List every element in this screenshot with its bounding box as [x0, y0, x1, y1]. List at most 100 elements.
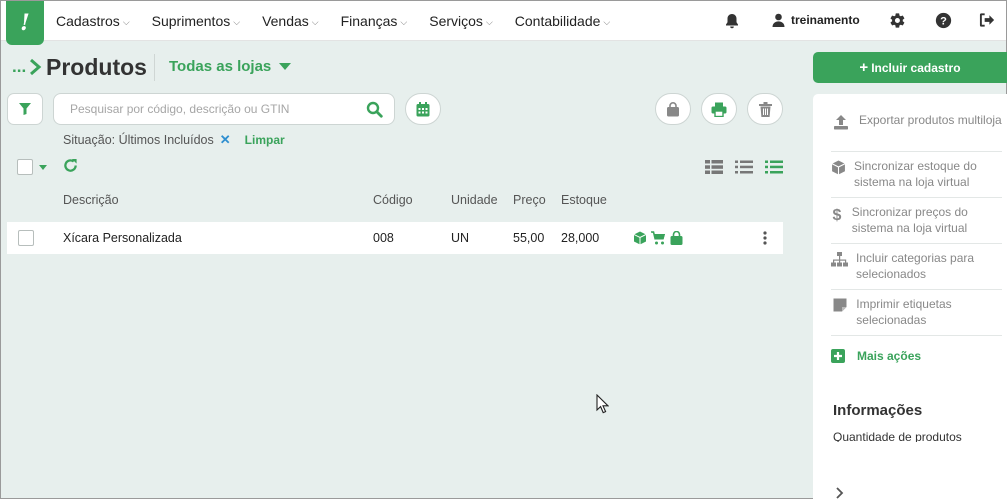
action-label: Sincronizar estoque do sistema na loja v… [854, 159, 977, 189]
user-menu[interactable]: treinamento [772, 13, 860, 27]
upload-icon [831, 114, 851, 130]
clear-filters-link[interactable]: Limpar [245, 133, 285, 147]
chevron-down-icon: ⌵ [122, 16, 130, 27]
search-icon[interactable] [366, 101, 383, 123]
select-all-control[interactable] [17, 159, 47, 175]
search-box [53, 93, 395, 125]
nav-vendas[interactable]: Vendas ⌵ [262, 13, 319, 29]
plus-icon: + [859, 59, 869, 76]
breadcrumb[interactable]: ... [12, 57, 42, 77]
nav-suprimentos[interactable]: Suprimentos ⌵ [152, 13, 240, 29]
column-header-preco[interactable]: Preço [513, 193, 546, 207]
cell-descricao: Xícara Personalizada [63, 231, 182, 245]
remove-filter-icon[interactable]: ✕ [220, 132, 231, 148]
nav-label: Serviços [429, 13, 483, 29]
cell-preco: 55,00 [513, 231, 545, 245]
shopping-bag-icon [670, 231, 683, 245]
nav-contabilidade[interactable]: Contabilidade ⌵ [515, 13, 610, 29]
sticky-note-icon [831, 298, 848, 312]
filter-icon [19, 103, 31, 115]
help-icon[interactable]: ? [935, 12, 952, 34]
user-name: treinamento [791, 13, 860, 27]
caret-down-icon [279, 63, 292, 70]
shopping-cart-icon [651, 231, 665, 245]
row-checkbox[interactable] [18, 230, 34, 246]
mouse-cursor-icon [596, 393, 610, 419]
nav-label: Contabilidade [514, 13, 601, 29]
action-add-categories[interactable]: Incluir categorias para selecionados [831, 246, 1002, 290]
calendar-icon [416, 101, 430, 116]
filter-button[interactable] [7, 93, 43, 125]
nav-servicos[interactable]: Serviços ⌵ [429, 13, 493, 29]
app-logo[interactable]: ! [6, 1, 44, 45]
column-header-descricao[interactable]: Descrição [63, 193, 119, 207]
chevron-down-icon: ⌵ [233, 16, 241, 27]
grid-view-icon[interactable] [705, 160, 723, 174]
info-products-count-label: Quantidade de produtos [833, 430, 962, 442]
caret-down-icon[interactable] [39, 164, 47, 170]
more-actions-button[interactable]: Mais ações [831, 349, 921, 363]
nav-financas[interactable]: Finanças ⌵ [341, 13, 408, 29]
add-record-button[interactable]: + Incluir cadastro [813, 52, 1007, 83]
nav-cadastros[interactable]: Cadastros ⌵ [56, 13, 130, 29]
sitemap-icon [831, 252, 848, 267]
more-actions-label: Mais ações [857, 349, 922, 363]
active-filter: Situação: Últimos Incluídos ✕ Limpar [63, 132, 285, 148]
breadcrumb-ellipsis: ... [12, 57, 27, 76]
chevron-down-icon: ⌵ [603, 16, 611, 27]
nav-label: Cadastros [56, 13, 120, 29]
table-header: Descrição Código Unidade Preço Estoque [1, 191, 791, 211]
table-row[interactable]: Xícara Personalizada 008 UN 55,00 28,000 [7, 222, 783, 254]
store-bag-button[interactable] [655, 93, 691, 125]
plus-square-icon [831, 349, 845, 363]
svg-text:?: ? [940, 15, 947, 27]
row-menu-icon[interactable] [762, 231, 768, 248]
nav-label: Finanças [340, 13, 398, 29]
info-section-title: Informações [833, 402, 923, 419]
chevron-right-icon[interactable] [835, 486, 844, 499]
top-navbar: ! Cadastros ⌵ Suprimentos ⌵ Vendas ⌵ Finanç… [1, 1, 1006, 45]
cell-unidade: UN [451, 231, 470, 245]
svg-text:$: $ [833, 207, 842, 223]
logout-icon[interactable] [979, 12, 996, 33]
action-export-multiloja[interactable]: Exportar produtos multiloja [831, 108, 1002, 152]
printer-icon [711, 102, 727, 117]
add-record-label: Incluir cadastro [871, 60, 961, 75]
store-selector[interactable]: Todas as lojas [169, 58, 292, 75]
row-status-icons [633, 231, 683, 245]
side-panel: Exportar produtos multiloja Sincronizar … [813, 94, 1007, 499]
action-label: Sincronizar preços do sistema na loja vi… [851, 205, 968, 235]
refresh-icon[interactable] [63, 158, 78, 178]
action-print-labels[interactable]: Imprimir etiquetas selecionadas [831, 292, 1002, 336]
active-filter-label: Situação: Últimos Incluídos [63, 133, 214, 147]
column-header-codigo[interactable]: Código [373, 193, 413, 207]
action-sync-stock[interactable]: Sincronizar estoque do sistema na loja v… [831, 154, 1002, 198]
date-filter-button[interactable] [405, 93, 441, 125]
search-input[interactable] [70, 102, 350, 116]
column-header-estoque[interactable]: Estoque [561, 193, 607, 207]
select-all-checkbox[interactable] [17, 159, 33, 175]
shopping-bag-icon [667, 101, 679, 116]
main-nav: Cadastros ⌵ Suprimentos ⌵ Vendas ⌵ Finanças… [56, 1, 632, 41]
print-button[interactable] [701, 93, 737, 125]
list-view-icon[interactable] [735, 160, 753, 174]
view-mode-toggle [705, 160, 783, 174]
gear-icon[interactable] [889, 12, 906, 34]
delete-button[interactable] [747, 93, 783, 125]
chevron-down-icon: ⌵ [400, 16, 408, 27]
box-icon [831, 160, 846, 175]
chevron-right-icon [30, 58, 42, 76]
notifications-bell-icon[interactable] [725, 13, 739, 34]
action-label: Imprimir etiquetas selecionadas [856, 297, 952, 327]
cell-estoque: 28,000 [561, 231, 600, 245]
store-selector-label: Todas as lojas [169, 58, 272, 75]
action-sync-prices[interactable]: $ Sincronizar preços do sistema na loja … [831, 200, 1002, 244]
column-header-unidade[interactable]: Unidade [451, 193, 498, 207]
compact-list-view-icon[interactable] [765, 160, 783, 174]
box-icon [633, 231, 647, 245]
chevron-down-icon: ⌵ [311, 16, 319, 27]
nav-label: Suprimentos [151, 13, 231, 29]
action-label: Incluir categorias para selecionados [856, 251, 975, 281]
user-icon [772, 13, 785, 27]
nav-label: Vendas [262, 13, 309, 29]
